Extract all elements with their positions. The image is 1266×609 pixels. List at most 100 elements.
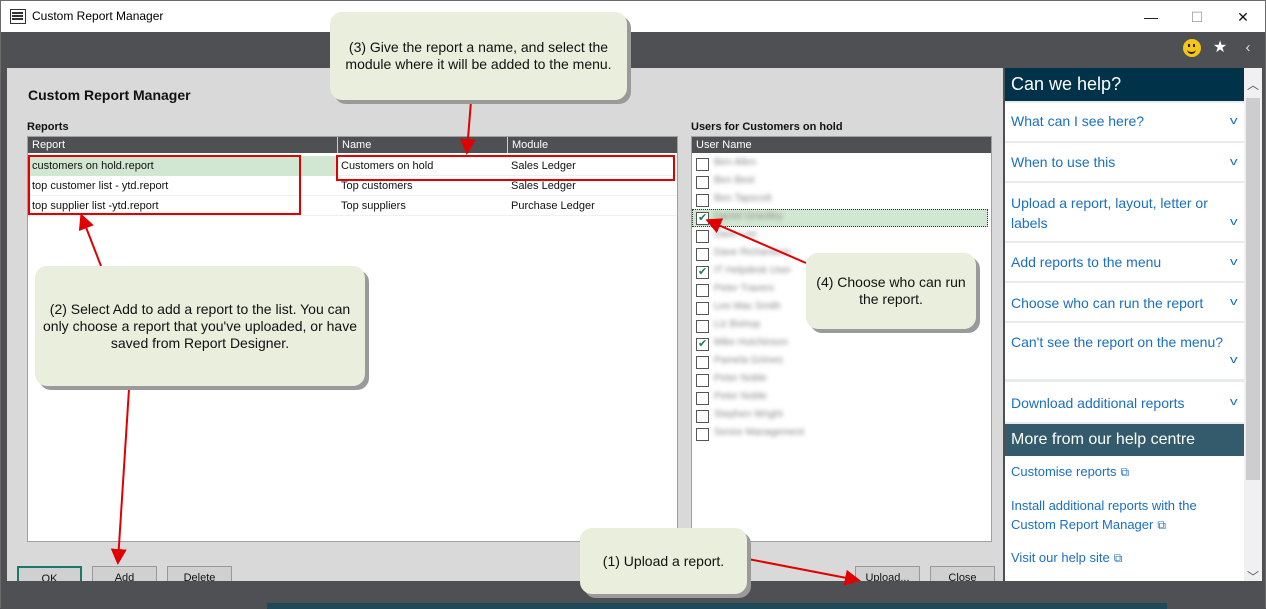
user-name: Peter Noble	[714, 391, 767, 402]
callout-step3: (3) Give the report a name, and select t…	[330, 12, 627, 100]
user-checkbox[interactable]	[696, 176, 709, 189]
user-checkbox[interactable]	[696, 158, 709, 171]
user-name: Peter Noble	[714, 373, 767, 384]
user-checkbox[interactable]	[696, 337, 709, 351]
help-item-label: When to use this	[1011, 154, 1116, 170]
chevron-down-icon: v	[1229, 115, 1238, 127]
user-checkbox[interactable]	[696, 284, 709, 297]
collapse-panel-icon[interactable]: ‹	[1241, 38, 1255, 58]
column-header-user-name[interactable]: User Name	[692, 137, 989, 153]
help-item-choose-who[interactable]: Choose who can run the report v	[1005, 283, 1244, 321]
help-scrollbar[interactable]: ︿ ﹀	[1244, 68, 1262, 589]
user-name: Senior Management	[714, 427, 805, 438]
help-item-cant-see[interactable]: Can't see the report on the menu? v	[1005, 323, 1244, 379]
user-name: Ben Tapscott	[714, 193, 772, 204]
maximize-button[interactable]: ☐	[1177, 5, 1217, 29]
column-header-module[interactable]: Module	[507, 137, 677, 153]
link-label: Install additional reports with the Cust…	[1011, 498, 1197, 532]
user-checkbox[interactable]	[696, 194, 709, 207]
favorite-star-icon[interactable]: ★	[1210, 38, 1230, 58]
user-checkbox[interactable]	[696, 230, 709, 243]
user-row[interactable]: Senior Management	[692, 425, 988, 443]
report-module-cell[interactable]: Purchase Ledger	[507, 196, 595, 216]
callout-step2: (2) Select Add to add a report to the li…	[35, 266, 365, 386]
close-window-button[interactable]: ✕	[1223, 5, 1263, 29]
external-link-icon: ⧉	[1120, 465, 1130, 479]
report-name-cell[interactable]: Top suppliers	[337, 196, 406, 216]
more-help-heading: More from our help centre	[1005, 424, 1244, 456]
window-title: Custom Report Manager	[32, 9, 164, 23]
link-install-additional-reports[interactable]: Install additional reports with the Cust…	[1011, 496, 1231, 535]
user-row[interactable]: Ben Allen	[692, 155, 988, 173]
user-checkbox[interactable]	[696, 302, 709, 315]
help-item-download[interactable]: Download additional reports v	[1005, 382, 1244, 422]
help-item-label: Upload a report, layout, letter or label…	[1011, 195, 1208, 231]
smiley-feedback-icon[interactable]	[1183, 39, 1201, 57]
callout-step1: (1) Upload a report.	[580, 528, 747, 594]
chevron-down-icon: v	[1229, 354, 1238, 366]
help-item-upload-report[interactable]: Upload a report, layout, letter or label…	[1005, 183, 1244, 241]
help-item-label: Add reports to the menu	[1011, 254, 1162, 270]
column-header-report[interactable]: Report	[28, 137, 337, 153]
link-label: Visit our help site	[1011, 550, 1110, 565]
toolbar	[1, 32, 1265, 68]
help-item-label: Choose who can run the report	[1011, 295, 1204, 311]
page-title: Custom Report Manager	[28, 87, 191, 103]
taskbar-items	[267, 603, 1167, 609]
user-checkbox[interactable]	[696, 248, 709, 261]
user-row[interactable]: Dave Lee	[692, 227, 988, 245]
link-customise-reports[interactable]: Customise reports ⧉	[1011, 462, 1129, 482]
user-row[interactable]: Daniel Grantley	[692, 209, 988, 227]
help-item-when-to-use[interactable]: When to use this v	[1005, 143, 1244, 181]
user-name: Dave Lee	[714, 229, 757, 240]
user-row[interactable]: Pamela Grimes	[692, 353, 988, 371]
user-name: Dave Richardson	[714, 247, 791, 258]
help-item-label: Download additional reports	[1011, 395, 1185, 411]
title-bar: Custom Report Manager — ☐ ✕	[1, 1, 1265, 32]
user-row[interactable]: Peter Noble	[692, 371, 988, 389]
user-name: IT Helpdesk User	[714, 265, 792, 276]
chevron-down-icon: v	[1229, 296, 1238, 308]
user-name: Ben Best	[714, 175, 755, 186]
user-name: Ben Allen	[714, 157, 757, 168]
help-links: Customise reports ⧉ Install additional re…	[1005, 456, 1244, 584]
link-visit-help-site[interactable]: Visit our help site ⧉	[1011, 548, 1122, 568]
user-name: Mike Hutchinson	[714, 337, 788, 348]
callout-step4: (4) Choose who can run the report.	[806, 253, 976, 329]
column-header-name[interactable]: Name	[337, 137, 507, 153]
user-checkbox[interactable]	[696, 320, 709, 333]
external-link-icon: ⧉	[1157, 518, 1166, 532]
user-checkbox[interactable]	[696, 428, 709, 441]
user-row[interactable]: Stephen Wright	[692, 407, 988, 425]
user-checkbox[interactable]	[696, 211, 709, 225]
user-name: Pamela Grimes	[714, 355, 783, 366]
help-item-add-reports[interactable]: Add reports to the menu v	[1005, 243, 1244, 281]
user-name: Liz Bishop	[714, 319, 761, 330]
reports-grid-header: Report Name Module	[28, 137, 677, 153]
user-name: Peter Travers	[714, 283, 775, 294]
user-name: Stephen Wright	[714, 409, 783, 420]
link-label: Customise reports	[1011, 464, 1117, 479]
scroll-up-icon[interactable]: ︿	[1244, 76, 1262, 93]
minimize-button[interactable]: —	[1131, 5, 1171, 29]
scrollbar-thumb[interactable]	[1246, 98, 1260, 480]
user-row[interactable]: Peter Noble	[692, 389, 988, 407]
user-checkbox[interactable]	[696, 410, 709, 423]
help-item-what-can-i-see[interactable]: What can I see here? v	[1005, 103, 1244, 141]
user-checkbox[interactable]	[696, 374, 709, 387]
users-grid: User Name Ben Allen Ben Best Ben Tapscott D…	[691, 136, 992, 542]
reports-label: Reports	[27, 121, 69, 133]
user-name: Daniel Grantley	[714, 211, 783, 222]
users-label: Users for Customers on hold	[691, 121, 843, 133]
chevron-down-icon: v	[1229, 396, 1238, 408]
user-checkbox[interactable]	[696, 392, 709, 405]
user-checkbox[interactable]	[696, 265, 709, 279]
annotation-box-report-files	[28, 155, 301, 215]
user-row[interactable]: Ben Best	[692, 173, 988, 191]
user-row[interactable]: Ben Tapscott	[692, 191, 988, 209]
users-grid-header: User Name	[692, 137, 991, 153]
help-item-label: What can I see here?	[1011, 113, 1145, 129]
user-row[interactable]: Mike Hutchinson	[692, 335, 988, 353]
chevron-down-icon: v	[1229, 256, 1238, 268]
user-checkbox[interactable]	[696, 356, 709, 369]
